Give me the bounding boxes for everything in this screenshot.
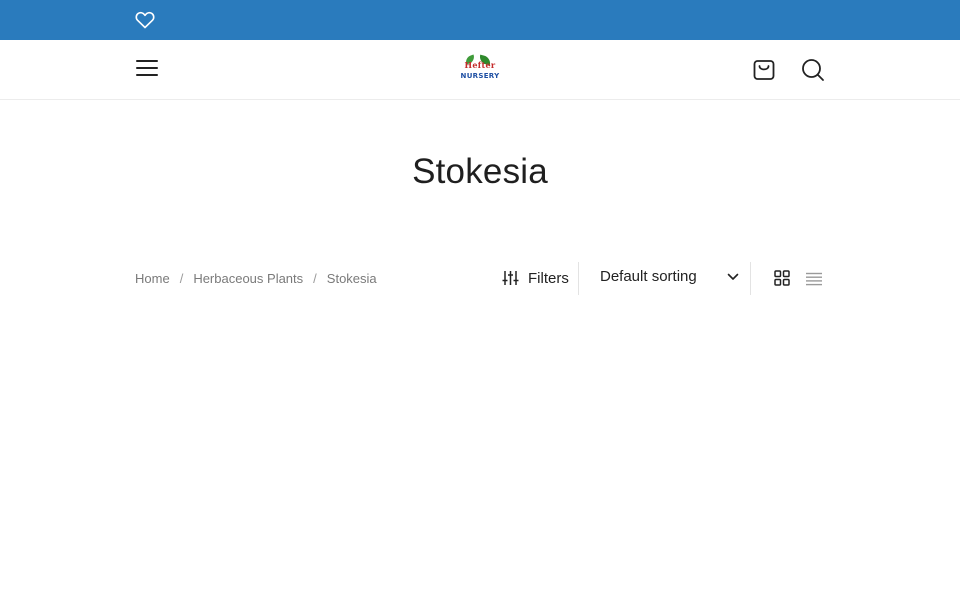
list-view-button[interactable]: [806, 271, 822, 286]
site-header: Hefter NURSERY: [0, 40, 960, 100]
breadcrumb-current: Stokesia: [326, 270, 377, 286]
page-title: Stokesia: [412, 152, 548, 191]
filters-button[interactable]: Filters: [502, 268, 569, 288]
grid-view-button[interactable]: [774, 270, 790, 286]
search-button[interactable]: [801, 58, 825, 82]
breadcrumb: Home / Herbaceous Plants / Stokesia: [135, 269, 377, 287]
chevron-down-icon: [727, 273, 739, 280]
breadcrumb-home[interactable]: Home: [135, 271, 170, 286]
logo-line-2: NURSERY: [460, 72, 500, 80]
search-icon: [802, 59, 824, 81]
hamburger-icon: [136, 60, 158, 62]
top-bar: [0, 0, 960, 40]
list-view-icon: [806, 272, 822, 286]
toolbar-divider: [578, 262, 579, 295]
breadcrumb-separator: /: [313, 270, 317, 286]
heart-icon[interactable]: [135, 11, 155, 29]
toolbar-divider: [750, 262, 751, 295]
filters-label: Filters: [528, 269, 569, 287]
menu-button[interactable]: [136, 60, 158, 80]
sort-select[interactable]: Default sorting: [600, 268, 740, 288]
shopping-bag-icon: [753, 60, 775, 80]
grid-view-icon: [774, 270, 790, 286]
breadcrumb-separator: /: [179, 270, 184, 286]
cart-button[interactable]: [752, 58, 776, 82]
breadcrumb-herbaceous-plants[interactable]: Herbaceous Plants: [193, 271, 303, 286]
sort-selected-value: Default sorting: [600, 268, 697, 285]
site-logo[interactable]: Hefter NURSERY: [455, 54, 505, 84]
logo-line-1: Hefter: [464, 60, 496, 70]
sliders-icon: [502, 271, 519, 285]
